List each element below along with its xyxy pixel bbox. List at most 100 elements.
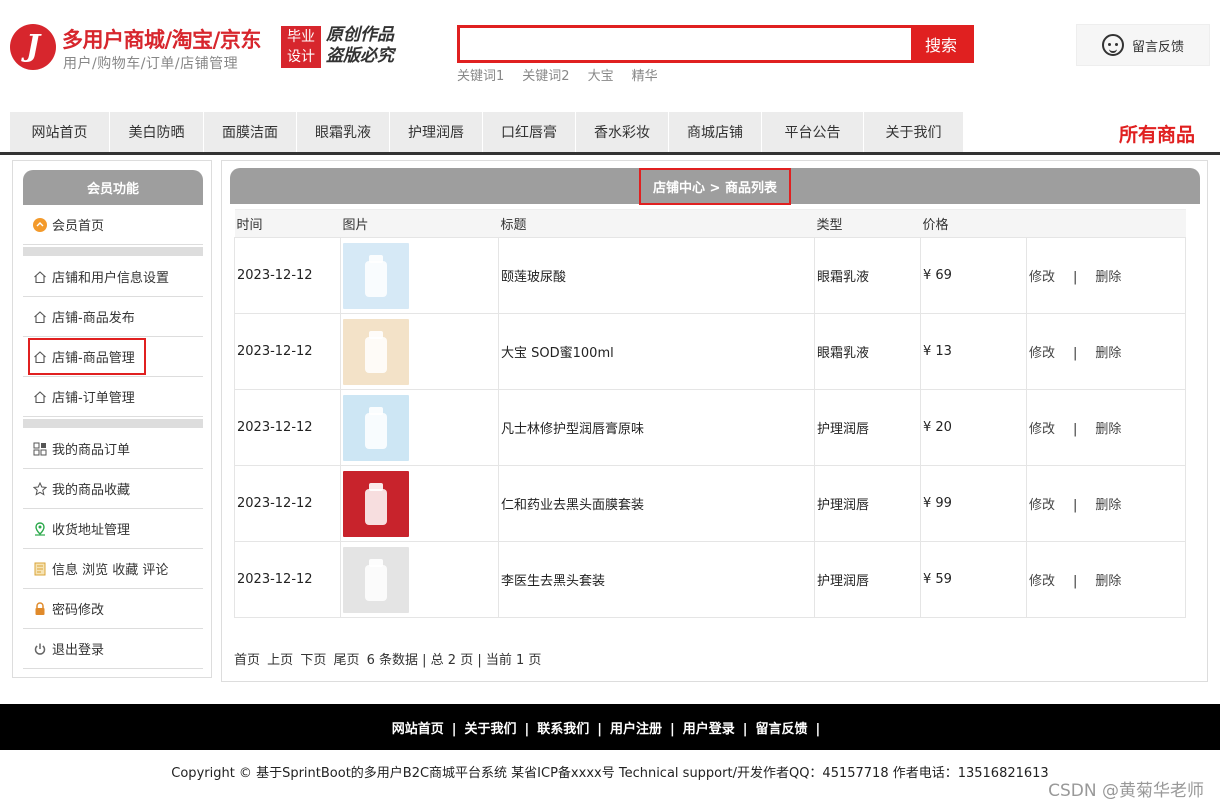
pager-prev[interactable]: 上页 — [267, 653, 293, 668]
row-image-cell — [340, 237, 499, 314]
product-image[interactable] — [343, 394, 409, 461]
sidebar-item-label: 密码修改 — [52, 603, 105, 618]
footer-link[interactable]: 留言反馈 — [756, 722, 808, 737]
footer-link[interactable]: 用户登录 — [683, 722, 735, 737]
row-actions: 修改 | 删除 — [1026, 465, 1186, 542]
edit-link[interactable]: 修改 — [1029, 574, 1055, 589]
col-image: 图片 — [340, 209, 499, 238]
nav-item-whitening[interactable]: 美白防晒 — [110, 112, 204, 152]
site-title[interactable]: 多用户商城/淘宝/京东 — [62, 24, 261, 54]
delete-link[interactable]: 删除 — [1095, 346, 1121, 361]
edit-link[interactable]: 修改 — [1029, 422, 1055, 437]
breadcrumb: 店铺中心 > 商品列表 — [639, 167, 791, 205]
nav-item-perfume[interactable]: 香水彩妆 — [576, 112, 669, 152]
sidebar-item-store-settings[interactable]: 店铺和用户信息设置 — [23, 257, 203, 297]
home-icon — [33, 390, 47, 404]
sidebar-item-my-orders[interactable]: 我的商品订单 — [23, 429, 203, 469]
watermark: CSDN @黄菊华老师 — [1048, 781, 1204, 801]
row-actions: 修改 | 删除 — [1026, 237, 1186, 314]
nav-item-notice[interactable]: 平台公告 — [762, 112, 864, 152]
site-header: J 多用户商城/淘宝/京东 用户/购物车/订单/店铺管理 毕业 设计 原创作品 … — [0, 0, 1220, 108]
footer-link[interactable]: 网站首页 — [392, 722, 444, 737]
table-row: 2023-12-12 李医生去黑头套装 护理润唇 ¥ 59 修改 | 删除 — [234, 541, 1186, 618]
sidebar-item-info[interactable]: 信息 浏览 收藏 评论 — [23, 549, 203, 589]
feedback-button[interactable]: 留言反馈 — [1076, 24, 1210, 66]
nav-item-mask[interactable]: 面膜洁面 — [204, 112, 297, 152]
delete-link[interactable]: 删除 — [1095, 422, 1121, 437]
lock-icon — [33, 601, 47, 616]
sidebar-item-label: 收货地址管理 — [52, 523, 131, 538]
pager-next[interactable]: 下页 — [300, 653, 326, 668]
slogan-line1: 原创作品 — [326, 25, 394, 45]
col-title: 标题 — [498, 209, 815, 238]
nav-item-stores[interactable]: 商城店铺 — [669, 112, 762, 152]
nav-item-lip-care[interactable]: 护理润唇 — [390, 112, 483, 152]
graduation-badge: 毕业 设计 — [281, 26, 321, 68]
power-icon — [33, 642, 47, 656]
row-price: ¥ 69 — [920, 237, 1027, 314]
table-row: 2023-12-12 仁和药业去黑头面膜套装 护理润唇 ¥ 99 修改 | 删除 — [234, 465, 1186, 542]
nav-item-about[interactable]: 关于我们 — [864, 112, 964, 152]
sidebar-separator — [23, 419, 203, 428]
footer-link[interactable]: 关于我们 — [464, 722, 516, 737]
pager-summary: 6 条数据 | 总 2 页 | 当前 1 页 — [366, 653, 542, 668]
site-subtitle: 用户/购物车/订单/店铺管理 — [63, 56, 239, 72]
product-image[interactable] — [343, 546, 409, 613]
logo-icon[interactable]: J — [10, 24, 56, 70]
row-time: 2023-12-12 — [234, 313, 341, 390]
edit-link[interactable]: 修改 — [1029, 346, 1055, 361]
sidebar-item-publish-goods[interactable]: 店铺-商品发布 — [23, 297, 203, 337]
edit-link[interactable]: 修改 — [1029, 270, 1055, 285]
nav-item-lipstick[interactable]: 口红唇膏 — [483, 112, 576, 152]
home-icon — [33, 270, 47, 284]
sidebar-item-label: 店铺-商品管理 — [52, 351, 135, 366]
sidebar-item-label: 退出登录 — [52, 643, 105, 658]
row-price: ¥ 99 — [920, 465, 1027, 542]
row-price: ¥ 13 — [920, 313, 1027, 390]
nav-item-eye-cream[interactable]: 眼霜乳液 — [297, 112, 390, 152]
edit-link[interactable]: 修改 — [1029, 498, 1055, 513]
keyword-link[interactable]: 大宝 — [588, 65, 614, 84]
product-image[interactable] — [343, 318, 409, 385]
home-icon — [33, 310, 47, 324]
all-goods-link[interactable]: 所有商品 — [1119, 120, 1195, 147]
sidebar-item-manage-goods[interactable]: 店铺-商品管理 — [23, 337, 203, 377]
sidebar-title: 会员功能 — [23, 170, 203, 205]
table-row: 2023-12-12 凡士林修护型润唇膏原味 护理润唇 ¥ 20 修改 | 删除 — [234, 389, 1186, 466]
pager-last[interactable]: 尾页 — [333, 653, 359, 668]
footer-link[interactable]: 联系我们 — [537, 722, 589, 737]
pager-first[interactable]: 首页 — [234, 653, 260, 668]
row-actions: 修改 | 删除 — [1026, 541, 1186, 618]
sidebar-item-label: 店铺和用户信息设置 — [52, 271, 170, 286]
pagination: 首页 上页 下页 尾页 6 条数据 | 总 2 页 | 当前 1 页 — [234, 649, 541, 668]
nav-item-home[interactable]: 网站首页 — [10, 112, 110, 152]
sidebar-item-address[interactable]: 收货地址管理 — [23, 509, 203, 549]
search-button[interactable]: 搜索 — [911, 28, 971, 60]
sidebar-item-manage-orders[interactable]: 店铺-订单管理 — [23, 377, 203, 417]
search-input[interactable] — [460, 28, 911, 60]
sidebar-item-logout[interactable]: 退出登录 — [23, 629, 203, 669]
sidebar-item-password[interactable]: 密码修改 — [23, 589, 203, 629]
table-row: 2023-12-12 颐莲玻尿酸 眼霜乳液 ¥ 69 修改 | 删除 — [234, 237, 1186, 314]
delete-link[interactable]: 删除 — [1095, 270, 1121, 285]
keyword-link[interactable]: 精华 — [632, 65, 658, 84]
row-title: 仁和药业去黑头面膜套装 — [498, 465, 815, 542]
footer-link[interactable]: 用户注册 — [610, 722, 662, 737]
delete-link[interactable]: 删除 — [1095, 574, 1121, 589]
footer-separator: | — [451, 721, 457, 737]
sidebar-item-member-home[interactable]: 会员首页 — [23, 205, 203, 245]
sidebar-item-favorites[interactable]: 我的商品收藏 — [23, 469, 203, 509]
slogan-line2: 盗版必究 — [326, 46, 394, 66]
keyword-link[interactable]: 关键词1 — [457, 65, 504, 84]
grid-icon — [33, 442, 47, 456]
product-image[interactable] — [343, 242, 409, 309]
col-type: 类型 — [814, 209, 921, 238]
sidebar-item-label: 信息 浏览 收藏 评论 — [52, 563, 169, 578]
action-separator: | — [1073, 346, 1078, 361]
copyright: Copyright © 基于SprintBoot的多用户B2C商城平台系统 某省… — [171, 766, 1049, 781]
feedback-label: 留言反馈 — [1131, 39, 1184, 55]
row-time: 2023-12-12 — [234, 465, 341, 542]
product-image[interactable] — [343, 470, 409, 537]
delete-link[interactable]: 删除 — [1095, 498, 1121, 513]
keyword-link[interactable]: 关键词2 — [522, 65, 569, 84]
